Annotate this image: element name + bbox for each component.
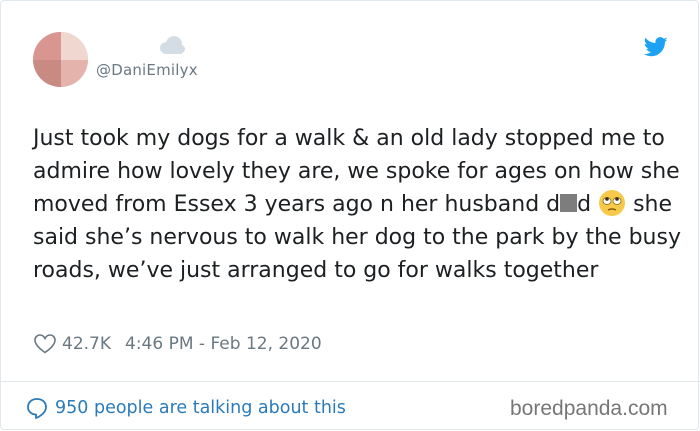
heart-icon[interactable]	[34, 334, 56, 354]
avatar[interactable]	[33, 32, 88, 87]
tweet-text: Just took my dogs for a walk & an old la…	[33, 122, 683, 287]
tweet-card: @DaniEmilyx Just took my dogs for a walk…	[0, 0, 700, 430]
like-count[interactable]: 42.7K	[62, 334, 111, 354]
avatar-photo-segment	[60, 59, 88, 87]
redaction-block	[560, 194, 578, 212]
divider	[1, 381, 700, 382]
comment-bubble-icon	[27, 398, 47, 419]
tweet-meta: 42.7K 4:46 PM - Feb 12, 2020	[34, 331, 322, 357]
twitter-bird-icon[interactable]	[644, 37, 668, 57]
user-handle[interactable]: @DaniEmilyx	[96, 61, 198, 79]
avatar-photo-segment	[60, 32, 88, 60]
watermark: boredpanda.com	[510, 397, 668, 420]
conversation-text[interactable]: 950 people are talking about this	[55, 398, 346, 418]
timestamp[interactable]: 4:46 PM - Feb 12, 2020	[125, 334, 322, 354]
eye-roll-emoji-icon	[599, 190, 626, 216]
cloud-icon	[160, 36, 185, 54]
tweet-text-part: d	[577, 192, 592, 217]
avatar-photo-segment	[33, 59, 61, 87]
conversation-link[interactable]: 950 people are talking about this	[25, 395, 346, 421]
avatar-photo-segment	[33, 32, 61, 60]
